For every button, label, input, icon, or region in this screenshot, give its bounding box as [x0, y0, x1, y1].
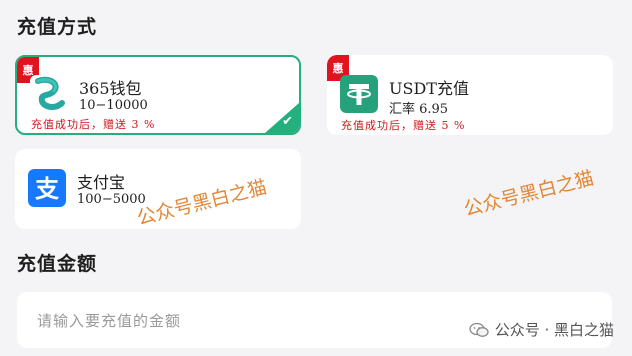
amount-placeholder: 请输入要充值的金额 [37, 312, 182, 330]
watermark-text: 公众号黑白之猫 [461, 167, 597, 221]
method-range: 10−10000 [79, 98, 148, 113]
method-card-usdt[interactable]: 惠 USDT充值 汇率 6.95 充值成功后，赠送 5 % [327, 55, 613, 135]
method-card-365-wallet[interactable]: 惠 365钱包 10−10000 充值成功后，赠送 3 % ✔ [15, 55, 301, 135]
footer-text: 公众号 · 黑白之猫 [494, 321, 614, 339]
wechat-icon [469, 322, 489, 337]
promo-text: 充值成功后，赠送 3 % [31, 118, 156, 131]
payment-method-title: 充值方式 [17, 16, 98, 38]
wallet-s-icon [30, 75, 68, 113]
checkmark-icon: ✔ [282, 114, 293, 129]
method-range: 汇率 6.95 [389, 102, 449, 117]
alipay-icon: 支 [28, 169, 66, 207]
promo-text: 充值成功后，赠送 5 % [341, 119, 466, 132]
tether-icon [340, 75, 378, 113]
method-name: USDT充值 [389, 79, 469, 98]
method-name: 支付宝 [77, 173, 126, 192]
footer-watermark: 公众号 · 黑白之猫 [469, 319, 614, 340]
method-name: 365钱包 [79, 79, 142, 98]
amount-title: 充值金额 [17, 253, 98, 275]
svg-text:支: 支 [35, 175, 60, 203]
